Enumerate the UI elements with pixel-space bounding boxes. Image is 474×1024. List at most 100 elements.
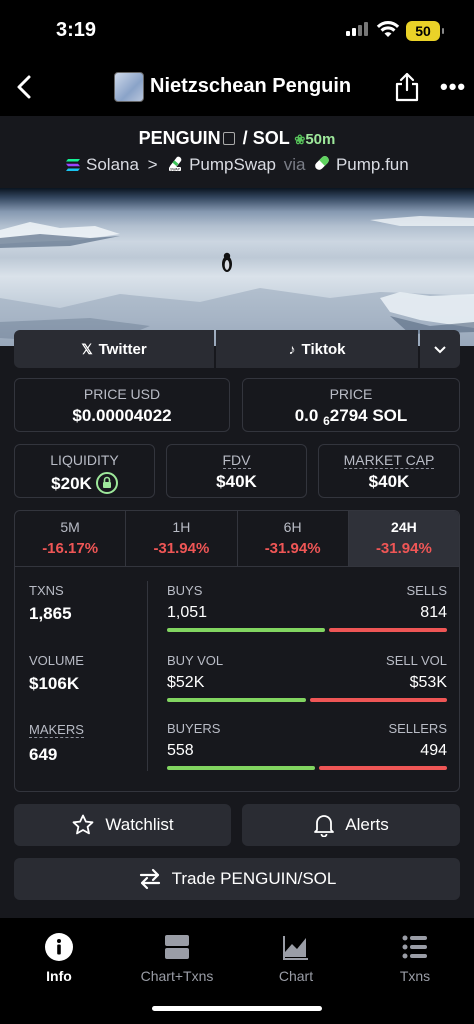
price-usd-label: PRICE USD (83, 386, 161, 402)
back-arrow-icon[interactable] (14, 74, 36, 100)
more-links-dropdown[interactable] (420, 330, 460, 368)
more-options-icon[interactable]: ••• (440, 74, 466, 100)
tab-1h[interactable]: 1H -31.94% (126, 511, 238, 566)
swap-arrows-icon (139, 868, 160, 890)
chevron-right-icon: > (147, 155, 158, 174)
timeframe-tabs: 5M -16.17% 1H -31.94% 6H -31.94% 24H -31… (15, 511, 459, 567)
dex-name[interactable]: PumpSwap (189, 155, 276, 174)
list-icon (402, 935, 427, 959)
status-time: 3:19 (56, 19, 97, 41)
chart-icon (283, 936, 308, 960)
buy-vol-value: $52K (167, 674, 205, 691)
trade-button[interactable]: Trade PENGUIN/SOL (14, 858, 460, 900)
tiktok-label: Tiktok (301, 340, 346, 358)
price-usd-value: $0.00004022 (72, 406, 172, 425)
buyers-label: BUYERS (167, 721, 221, 736)
sell-vol-label: SELL VOL (386, 653, 447, 668)
sellers-value: 494 (420, 742, 447, 759)
alerts-label: Alerts (345, 815, 389, 834)
price-usd-card: PRICE USD $0.00004022 (14, 378, 230, 432)
sells-value: 814 (420, 604, 447, 621)
token-info-panel: PENGUIN / SOL ❀50m Solana > SWAP PumpSwa… (0, 116, 474, 918)
makers-value: 649 (29, 745, 58, 764)
sellers-bar-fill (319, 766, 447, 770)
sell-vol-bar-fill (309, 698, 447, 702)
fdv-card: FDV $40K (166, 444, 307, 498)
trade-label: Trade PENGUIN/SOL (171, 869, 337, 888)
txns-value: 1,865 (29, 604, 72, 623)
solana-icon (66, 159, 81, 171)
chevron-down-icon (434, 346, 446, 354)
buyers-value: 558 (167, 742, 194, 759)
fdv-label: FDV (222, 452, 251, 469)
volume-stat: VOLUME $106K (29, 653, 84, 694)
price-native-card: PRICE 0.0 62794 SOL (242, 378, 460, 432)
buy-vol-label: BUY VOL (167, 653, 224, 668)
buys-value: 1,051 (167, 604, 208, 621)
chain-name[interactable]: Solana (86, 155, 139, 174)
tab-5m[interactable]: 5M -16.17% (15, 511, 127, 566)
tab-txns-label: Txns (399, 968, 431, 984)
makers-stat: MAKERS 649 (29, 721, 84, 765)
buy-vol-bar-fill (167, 698, 306, 702)
liquidity-label: LIQUIDITY (50, 452, 119, 468)
wifi-icon (376, 21, 400, 37)
buyers-sellers-split: BUYERS SELLERS 558 494 (167, 721, 447, 770)
chain-breadcrumb: Solana > SWAP PumpSwap via Pump.fun (0, 154, 474, 175)
launchpad-name[interactable]: Pump.fun (336, 155, 409, 174)
tab-chart-txns[interactable]: Chart+Txns (118, 932, 236, 984)
home-indicator (152, 1006, 322, 1011)
tab-chart-label: Chart (278, 968, 314, 984)
tab-24h[interactable]: 24H -31.94% (348, 511, 459, 566)
quote-symbol: SOL (252, 128, 290, 148)
watchlist-button[interactable]: Watchlist (14, 804, 231, 846)
alerts-button[interactable]: Alerts (242, 804, 460, 846)
buys-label: BUYS (167, 583, 203, 598)
trading-stats: 5M -16.17% 1H -31.94% 6H -31.94% 24H -31… (14, 510, 460, 792)
social-links: 𝕏 Twitter ♪ Tiktok (14, 330, 460, 368)
pair-age: 50m (305, 131, 336, 148)
pumpfun-pill-icon (315, 156, 330, 170)
makers-label: MAKERS (29, 722, 84, 738)
stats-grid: TXNS 1,865 VOLUME $106K MAKERS 649 BUYS S… (15, 567, 459, 791)
txns-stat: TXNS 1,865 (29, 583, 72, 624)
share-icon[interactable] (394, 72, 420, 102)
star-icon (72, 814, 94, 835)
tab-txns[interactable]: Txns (356, 932, 474, 984)
tiktok-button[interactable]: ♪ Tiktok (216, 330, 418, 368)
tab-chart[interactable]: Chart (237, 932, 355, 984)
price-native-value: 0.0 62794 SOL (294, 406, 408, 428)
penguin-figure (222, 252, 232, 272)
liquidity-card: LIQUIDITY $20K (14, 444, 155, 498)
status-bar: 3:19 50 (0, 0, 474, 62)
via-text: via (283, 155, 306, 174)
buyers-sellers-bar (167, 766, 447, 770)
page-title: Nietzschean Penguin (150, 75, 352, 97)
copy-icon[interactable] (222, 132, 235, 145)
price-native-label: PRICE (329, 386, 373, 402)
market-cap-card: MARKET CAP $40K (318, 444, 460, 498)
seedling-icon: ❀ (294, 132, 306, 147)
tab-info-label: Info (46, 968, 72, 984)
twitter-button[interactable]: 𝕏 Twitter (14, 330, 214, 368)
chart-txns-icon (165, 935, 189, 959)
sells-label: SELLS (406, 583, 447, 598)
svg-text:SWAP: SWAP (170, 167, 181, 171)
sell-vol-value: $53K (409, 674, 447, 691)
stats-divider (147, 581, 148, 771)
token-banner-image (0, 188, 474, 346)
tab-info[interactable]: Info (0, 932, 118, 984)
tiktok-logo-icon: ♪ (288, 341, 296, 357)
liquidity-value: $20K (15, 472, 154, 494)
base-symbol: PENGUIN (138, 128, 221, 148)
market-cap-label: MARKET CAP (343, 452, 435, 469)
pair-header: PENGUIN / SOL ❀50m (0, 128, 474, 149)
x-logo-icon: 𝕏 (81, 340, 93, 357)
battery-icon: 50 (406, 21, 444, 41)
tab-6h[interactable]: 6H -31.94% (238, 511, 349, 566)
buys-bar-fill (167, 628, 325, 632)
volume-bar (167, 698, 447, 702)
lock-icon[interactable] (95, 472, 118, 494)
ice-floes-illustration (0, 216, 474, 248)
watchlist-label: Watchlist (105, 815, 174, 834)
